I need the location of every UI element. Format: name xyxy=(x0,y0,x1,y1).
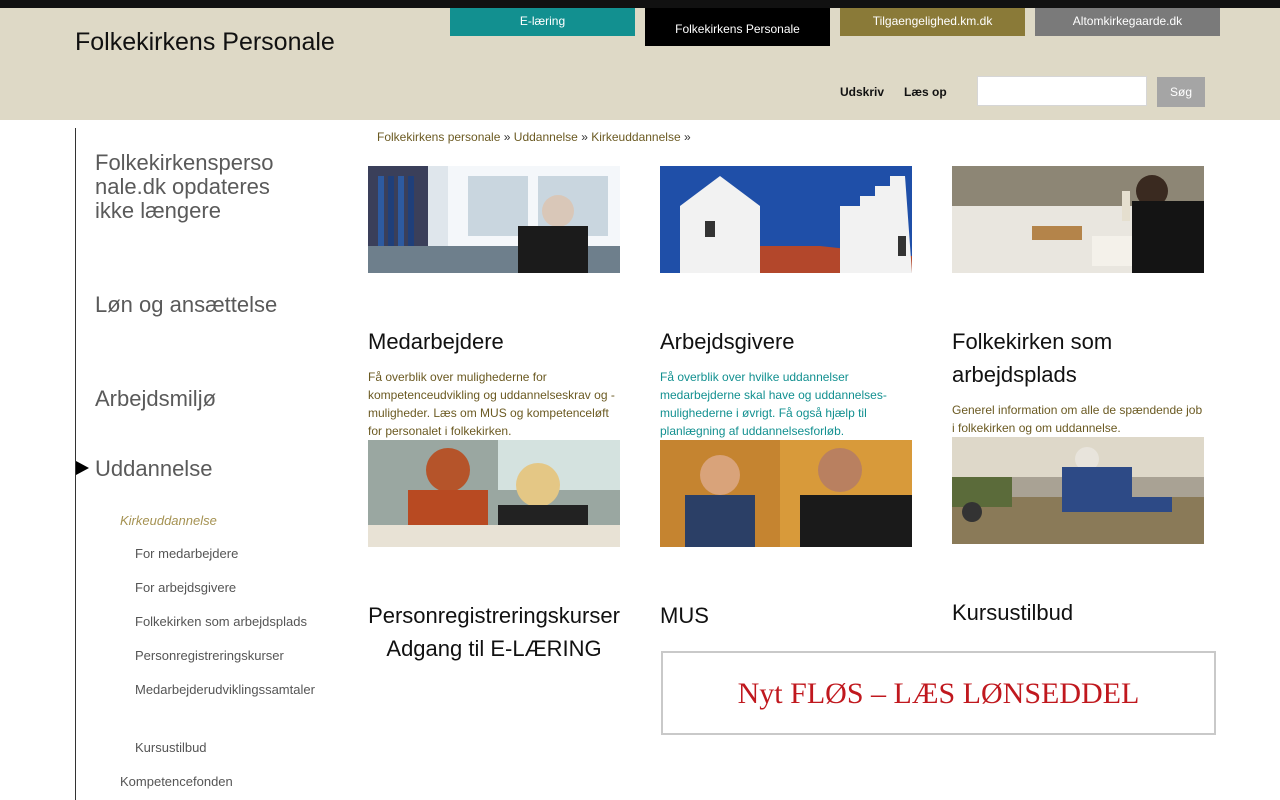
card-desc-medarbejdere: Få overblik over mulighederne for kompet… xyxy=(368,370,615,438)
site-title: Folkekirkens Personale xyxy=(75,28,335,56)
sidebar-item-for-medarbejdere[interactable]: For medarbejdere xyxy=(135,542,315,566)
top-strip xyxy=(0,0,1280,8)
sidebar-item-personregistrering[interactable]: Personregistreringskurser xyxy=(135,644,315,668)
tab-e-laering[interactable]: E-læring xyxy=(450,8,635,36)
tab-folkekirkens-personale[interactable]: Folkekirkens Personale xyxy=(645,8,830,46)
card-image-kursustilbud[interactable] xyxy=(952,437,1204,544)
card-title-kursustilbud[interactable]: Kursustilbud xyxy=(952,596,1073,629)
read-aloud-link[interactable]: Læs op xyxy=(904,85,947,99)
breadcrumb: Folkekirkens personale » Uddannelse » Ki… xyxy=(377,130,691,144)
card-image-arbejdsplads[interactable] xyxy=(952,166,1204,273)
card-image-personregistrering[interactable] xyxy=(368,440,620,547)
sidebar-item-kursustilbud[interactable]: Kursustilbud xyxy=(135,736,315,760)
sidebar-item-arbejdsmiljoe[interactable]: Arbejdsmiljø xyxy=(95,387,280,411)
breadcrumb-item[interactable]: Folkekirkens personale xyxy=(377,130,500,144)
card-title-medarbejdere[interactable]: Medarbejdere xyxy=(368,325,504,358)
tab-altomkirkegaarde[interactable]: Altomkirkegaarde.dk xyxy=(1035,8,1220,36)
floes-banner[interactable]: Nyt FLØS – LÆS LØNSEDDEL xyxy=(661,651,1216,735)
breadcrumb-separator: » xyxy=(581,130,588,144)
sidebar-item-notice[interactable]: Folkekirkenspersonale.dk opdateres ikke … xyxy=(95,151,280,223)
sidebar-item-kirkeuddannelse[interactable]: Kirkeuddannelse xyxy=(120,513,217,528)
search-input[interactable] xyxy=(977,76,1147,106)
sidebar-item-folkekirken-arbejdsplads[interactable]: Folkekirken som arbejdsplads xyxy=(135,610,315,634)
sidebar-item-uddannelse[interactable]: Uddannelse xyxy=(95,457,280,481)
card-image-arbejdsgivere[interactable] xyxy=(660,166,912,273)
tab-tilgaengelighed[interactable]: Tilgaengelighed.km.dk xyxy=(840,8,1025,36)
card-image-medarbejdere[interactable] xyxy=(368,166,620,273)
print-link[interactable]: Udskriv xyxy=(840,85,884,99)
sidebar-item-mus[interactable]: Medarbejderudviklingssamtaler xyxy=(135,678,315,702)
sidebar-item-for-arbejdsgivere[interactable]: For arbejdsgivere xyxy=(135,576,315,600)
card-title-elaering[interactable]: Adgang til E-LÆRING xyxy=(368,632,620,665)
card-title-mus[interactable]: MUS xyxy=(660,599,709,632)
card-desc-arbejdsplads: Generel information om alle de spændende… xyxy=(952,403,1203,435)
sidebar-item-kompetencefonden[interactable]: Kompetencefonden xyxy=(120,774,233,789)
breadcrumb-item[interactable]: Uddannelse xyxy=(514,130,578,144)
card-desc-arbejdsgivere: Få overblik over hvilke uddannelser meda… xyxy=(660,370,887,438)
sidebar-nav: Folkekirkenspersonale.dk opdateres ikke … xyxy=(75,128,325,800)
search-button[interactable]: Søg xyxy=(1157,77,1205,107)
card-title-personregistrering[interactable]: Personregistreringskurser xyxy=(368,599,620,632)
header: Folkekirkens Personale E-læring Folkekir… xyxy=(0,8,1280,120)
breadcrumb-separator: » xyxy=(503,130,511,144)
sidebar-item-loen[interactable]: Løn og ansættelse xyxy=(95,293,280,317)
card-title-arbejdsplads[interactable]: Folkekirken som arbejdsplads xyxy=(952,325,1204,391)
active-arrow-icon xyxy=(76,461,89,475)
breadcrumb-item[interactable]: Kirkeuddannelse xyxy=(591,130,680,144)
card-image-mus[interactable] xyxy=(660,440,912,547)
card-title-arbejdsgivere[interactable]: Arbejdsgivere xyxy=(660,325,795,358)
breadcrumb-separator: » xyxy=(683,130,691,144)
